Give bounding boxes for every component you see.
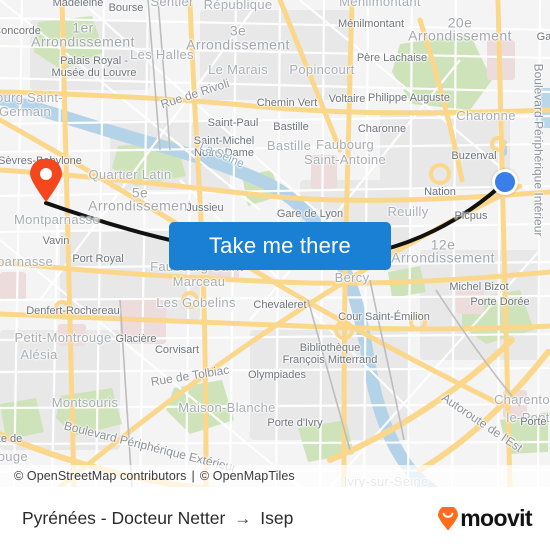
route-footer: Pyrénées - Docteur Netter → Isep moovit xyxy=(0,487,550,550)
destination-dot-marker[interactable] xyxy=(492,169,518,195)
route-destination-label: Isep xyxy=(260,508,294,528)
map-canvas[interactable]: Madeleine Bourse Sentier République Ménilmon… xyxy=(0,0,550,487)
moovit-pin-icon xyxy=(438,506,459,530)
arrow-right-icon: → xyxy=(234,509,252,528)
map-attribution: © OpenStreetMap contributors | © OpenMap… xyxy=(0,465,550,487)
route-origin-label: Pyrénées - Docteur Netter xyxy=(22,508,226,528)
route-summary: Pyrénées - Docteur Netter → Isep xyxy=(22,508,293,529)
attribution-openmaptiles[interactable]: © OpenMapTiles xyxy=(200,469,295,483)
moovit-logo[interactable]: moovit xyxy=(437,505,533,532)
moovit-route-screen: Madeleine Bourse Sentier République Ménilmon… xyxy=(0,0,550,550)
take-me-there-button[interactable]: Take me there xyxy=(169,222,391,270)
moovit-wordmark: moovit xyxy=(460,505,532,531)
attribution-osm[interactable]: © OpenStreetMap contributors xyxy=(14,469,187,483)
attribution-separator: | xyxy=(191,469,195,483)
